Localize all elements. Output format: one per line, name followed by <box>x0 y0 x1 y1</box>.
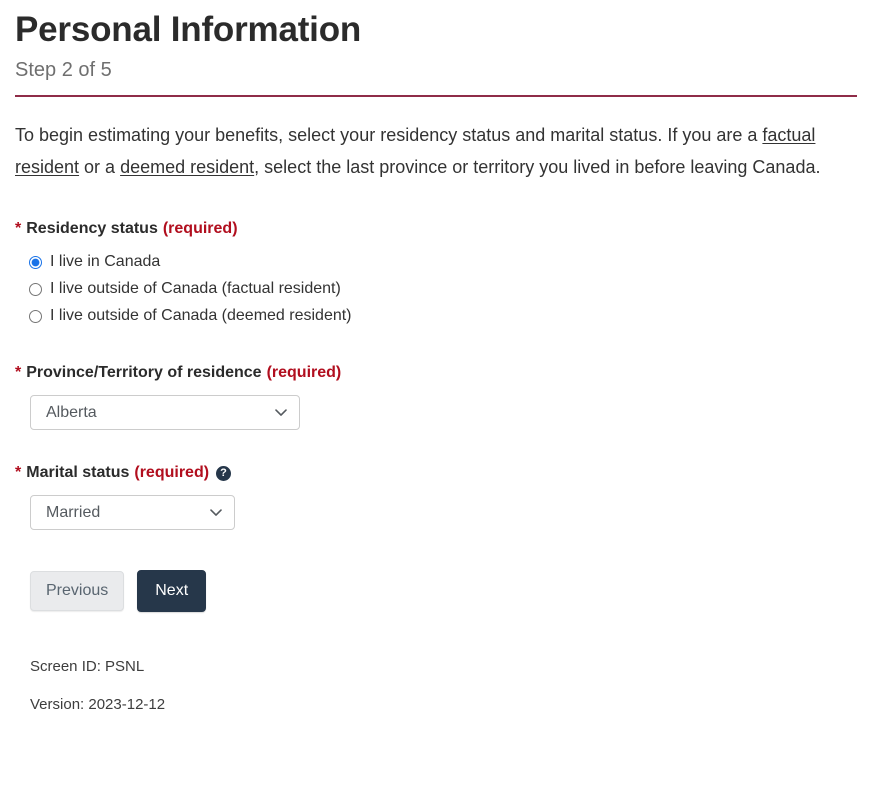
title-divider <box>15 95 857 97</box>
radio-option-factual-resident[interactable]: I live outside of Canada (factual reside… <box>15 278 857 300</box>
radio-input-factual-resident[interactable] <box>29 282 42 296</box>
province-select-wrapper: Alberta <box>30 395 300 430</box>
radio-option-deemed-resident[interactable]: I live outside of Canada (deemed residen… <box>15 305 857 327</box>
province-label-text: Province/Territory of residence <box>26 364 262 381</box>
intro-text-3: , select the last province or territory … <box>254 157 821 177</box>
province-group: * Province/Territory of residence (require… <box>15 363 857 430</box>
screen-id-text: Screen ID: PSNL <box>30 658 145 675</box>
province-label: * Province/Territory of residence (require… <box>15 363 857 383</box>
intro-paragraph: To begin estimating your benefits, selec… <box>15 119 857 183</box>
page-title: Personal Information <box>15 10 362 49</box>
province-select[interactable]: Alberta <box>30 395 300 430</box>
marital-status-label-text: Marital status <box>26 464 130 481</box>
page-meta: Screen ID: PSNL Version: 2023-12-12 <box>30 657 857 715</box>
required-asterisk: * <box>15 220 22 237</box>
radio-input-live-in-canada[interactable] <box>29 255 42 269</box>
required-asterisk: * <box>15 364 22 381</box>
previous-button[interactable]: Previous <box>30 571 125 611</box>
required-text: (required) <box>134 464 210 481</box>
marital-status-select[interactable]: Married <box>30 495 235 530</box>
radio-input-deemed-resident[interactable] <box>29 309 42 323</box>
form-navigation-buttons: Previous Next <box>30 570 857 612</box>
required-asterisk: * <box>15 464 22 481</box>
required-text: (required) <box>266 364 342 381</box>
next-button[interactable]: Next <box>137 570 207 612</box>
intro-text-2: or a <box>79 157 121 177</box>
deemed-resident-link[interactable]: deemed resident <box>120 157 254 177</box>
radio-option-live-in-canada[interactable]: I live in Canada <box>15 251 857 273</box>
radio-label-live-in-canada[interactable]: I live in Canada <box>50 251 160 273</box>
required-text: (required) <box>162 220 238 237</box>
help-circle-icon[interactable]: ? <box>216 465 232 481</box>
step-indicator: Step 2 of 5 <box>15 59 112 81</box>
residency-status-label-text: Residency status <box>26 220 158 237</box>
marital-status-group: * Marital status (required)? Married <box>15 463 857 530</box>
residency-status-options: I live in Canada I live outside of Canad… <box>15 251 857 327</box>
version-text: Version: 2023-12-12 <box>30 696 166 713</box>
marital-status-label: * Marital status (required)? <box>15 463 857 483</box>
radio-label-deemed-resident[interactable]: I live outside of Canada (deemed residen… <box>50 305 352 327</box>
residency-status-group: * Residency status (required) I live in Ca… <box>15 219 857 327</box>
marital-select-wrapper: Married <box>30 495 235 530</box>
residency-status-label: * Residency status (required) <box>15 219 857 239</box>
intro-text-1: To begin estimating your benefits, selec… <box>15 125 763 145</box>
personal-information-page: Personal Information Step 2 of 5 To begi… <box>0 8 872 715</box>
radio-label-factual-resident[interactable]: I live outside of Canada (factual reside… <box>50 278 341 300</box>
